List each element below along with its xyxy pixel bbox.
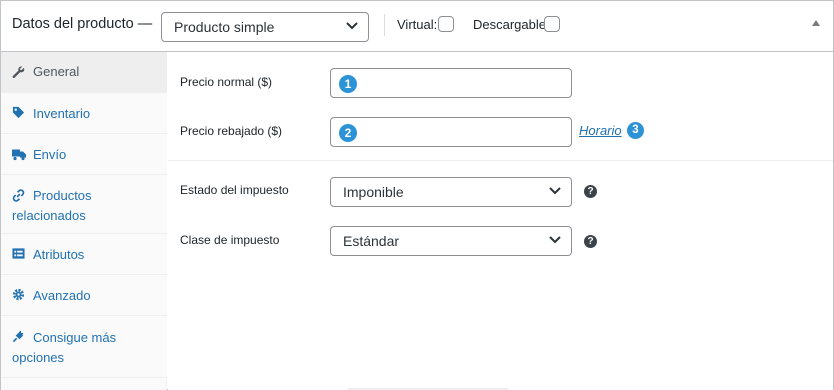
step-badge-2: 2 <box>339 124 357 142</box>
tab-attributes[interactable]: Atributos <box>1 234 167 275</box>
tax-status-help-icon[interactable]: ? <box>584 185 597 198</box>
step-badge-1: 1 <box>339 75 357 93</box>
tax-class-help-icon[interactable]: ? <box>584 235 597 248</box>
header-separator <box>384 14 385 36</box>
tax-status-select[interactable]: Imponible <box>330 177 572 207</box>
product-type-value: Producto simple <box>174 19 275 35</box>
chevron-down-icon <box>346 22 358 30</box>
panel-title: Datos del producto — <box>12 16 153 32</box>
tax-status-label: Estado del impuesto <box>180 183 289 197</box>
tab-inventory[interactable]: Inventario <box>1 93 167 134</box>
tab-linked-products[interactable]: Productos relacionados <box>1 175 167 234</box>
tab-get-more-options[interactable]: Consigue más opciones <box>1 316 167 378</box>
tab-inventory-label: Inventario <box>33 106 91 121</box>
tab-advanced-label: Avanzado <box>33 288 91 303</box>
product-type-select[interactable]: Producto simple <box>161 12 369 42</box>
tab-general-label: General <box>33 64 80 79</box>
tab-get-more-options-label: Consigue más opciones <box>12 330 117 365</box>
tab-shipping-label: Envío <box>33 147 67 162</box>
panel-header: Datos del producto — Producto simple Vir… <box>1 1 833 52</box>
chevron-down-icon <box>549 187 561 195</box>
tax-class-label: Clase de impuesto <box>180 233 280 247</box>
chevron-down-icon <box>549 236 561 244</box>
schedule-link[interactable]: Horario <box>579 123 622 138</box>
downloadable-label: Descargable: <box>473 17 550 32</box>
tab-linked-products-label: Productos relacionados <box>12 188 92 223</box>
virtual-checkbox[interactable] <box>438 16 454 32</box>
regular-price-input[interactable]: 1 <box>330 68 572 98</box>
downloadable-checkbox[interactable] <box>544 16 560 32</box>
tab-advanced[interactable]: Avanzado <box>1 275 167 316</box>
product-tabs-sidebar: General Inventario Envío Productos relaci… <box>1 52 167 390</box>
tab-shipping[interactable]: Envío <box>1 134 167 175</box>
tax-status-value: Imponible <box>343 184 404 200</box>
general-panel: Precio normal ($) 1 Precio rebajado ($) … <box>168 52 833 390</box>
tab-general[interactable]: General <box>1 52 167 93</box>
tax-class-value: Estándar <box>343 233 400 249</box>
sale-price-input[interactable]: 2 <box>330 117 572 147</box>
tax-class-select[interactable]: Estándar <box>330 226 572 256</box>
virtual-label: Virtual: <box>397 17 438 32</box>
tab-attributes-label: Atributos <box>33 247 85 262</box>
step-badge-3: 3 <box>627 122 644 139</box>
regular-price-label: Precio normal ($) <box>180 75 273 89</box>
section-divider <box>168 160 833 161</box>
collapse-triangle-icon[interactable] <box>811 19 821 27</box>
sale-price-label: Precio rebajado ($) <box>180 124 283 138</box>
product-data-panel: Datos del producto — Producto simple Vir… <box>0 0 834 390</box>
